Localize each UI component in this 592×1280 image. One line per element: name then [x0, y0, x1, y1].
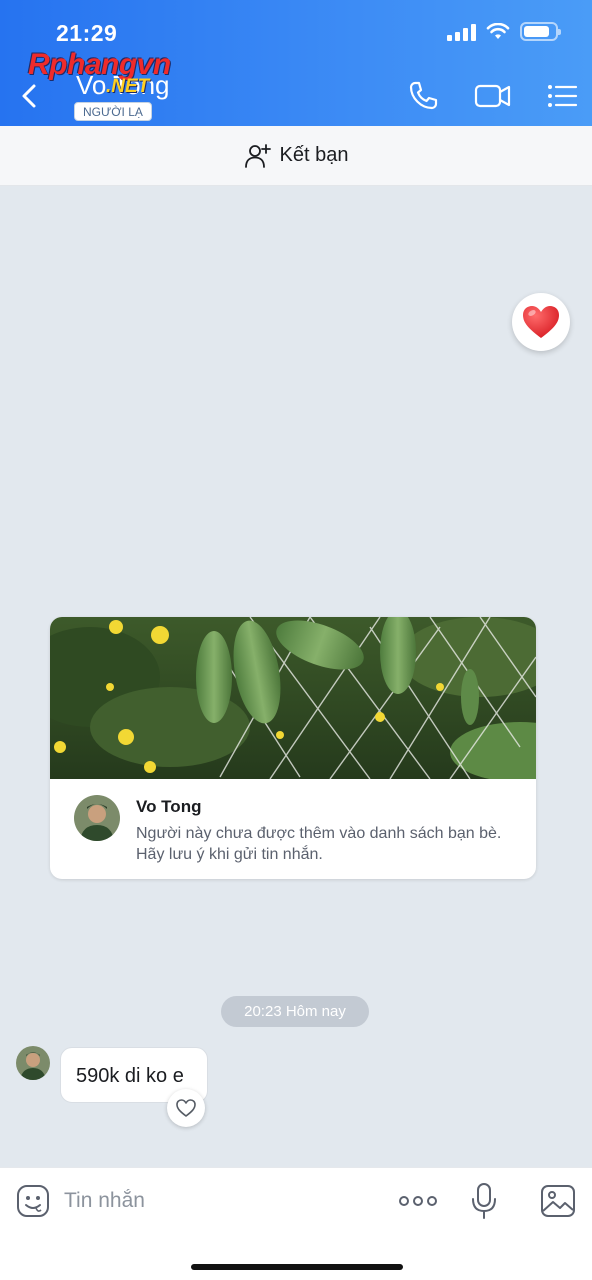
add-user-icon	[244, 143, 271, 168]
card-description: Người này chưa được thêm vào danh sách b…	[136, 825, 502, 863]
wifi-icon	[486, 22, 510, 39]
status-time: 21:29	[56, 20, 118, 46]
composer-bar	[0, 1167, 592, 1280]
message-input[interactable]	[64, 1184, 364, 1218]
chat-header: 21:29 Vo Tong NGƯỜI LẠ Rphangvn .NET	[0, 0, 592, 126]
home-indicator	[191, 1264, 403, 1270]
watermark-sub: .NET	[106, 76, 150, 97]
battery-icon	[520, 22, 561, 41]
sender-avatar[interactable]	[16, 1046, 50, 1080]
stranger-info-card[interactable]: Vo Tong Người này chưa được thêm vào dan…	[50, 617, 536, 879]
add-friend-bar[interactable]: Kết bạn	[0, 126, 592, 186]
timestamp-pill: 20:23 Hôm nay	[221, 996, 369, 1027]
heart-icon	[523, 306, 559, 338]
signal-icon	[447, 23, 476, 41]
phone-icon[interactable]	[405, 78, 441, 114]
card-cover-photo	[50, 617, 536, 779]
card-avatar	[74, 795, 120, 841]
heart-reaction[interactable]	[512, 293, 570, 351]
status-icons	[447, 22, 561, 41]
video-call-icon[interactable]	[473, 78, 513, 114]
react-button[interactable]	[167, 1089, 205, 1127]
card-name: Vo Tong	[136, 797, 202, 816]
watermark-logo: Rphangvn .NET	[28, 48, 218, 104]
image-icon[interactable]	[540, 1184, 576, 1218]
heart-outline-icon	[176, 1099, 196, 1117]
sticker-icon[interactable]	[16, 1184, 50, 1218]
stranger-badge: NGƯỜI LẠ	[74, 102, 152, 121]
add-friend-label: Kết bạn	[279, 144, 349, 166]
menu-icon[interactable]	[545, 78, 581, 114]
microphone-icon[interactable]	[470, 1182, 498, 1220]
more-icon[interactable]	[398, 1192, 438, 1210]
